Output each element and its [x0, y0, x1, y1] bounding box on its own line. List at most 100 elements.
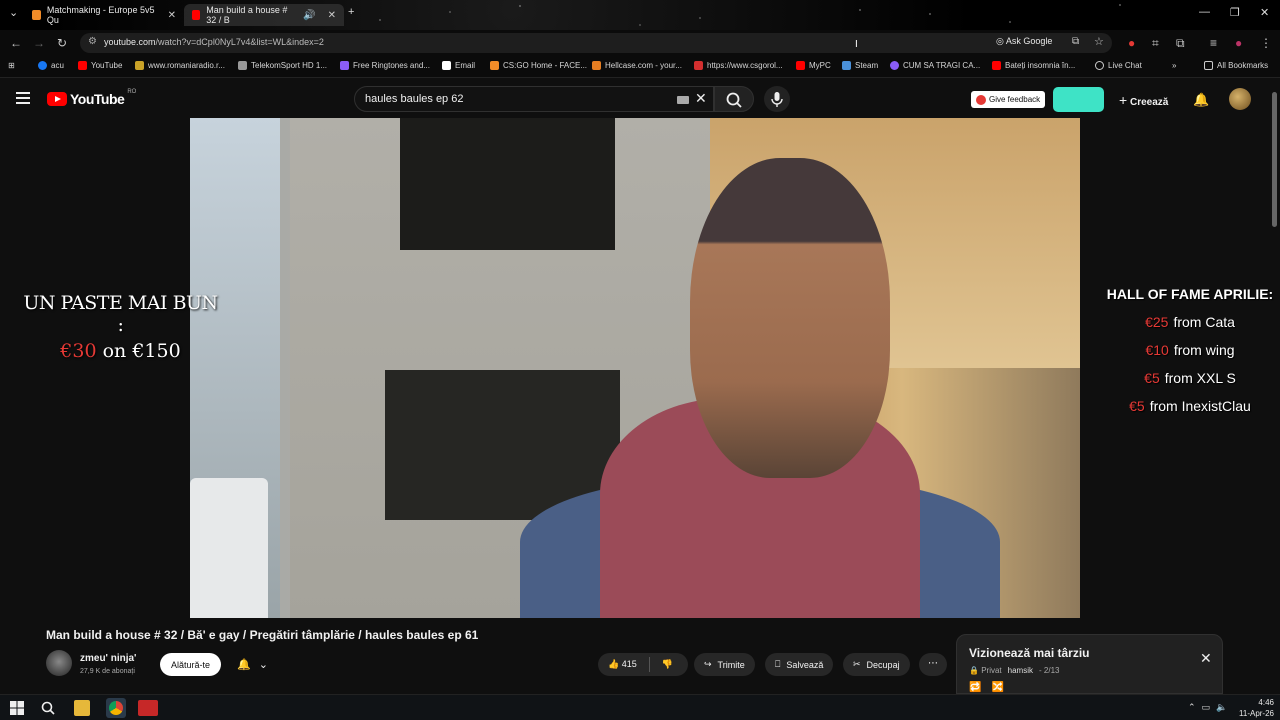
bookmark-item[interactable]: CUM SA TRAGI CA... — [890, 61, 980, 70]
bookmark-item[interactable]: Email — [442, 61, 475, 70]
chrome-taskbar-button[interactable] — [106, 698, 126, 718]
bookmark-item[interactable]: www.romaniaradio.r... — [135, 61, 225, 70]
network-icon[interactable]: ▭ — [1202, 702, 1211, 713]
google-lens-icon: ◎ — [996, 36, 1004, 46]
playlist-title[interactable]: Vizionează mai târziu — [969, 646, 1090, 660]
close-playlist-icon[interactable]: ✕ — [1200, 650, 1212, 667]
feedback-icon — [976, 94, 986, 105]
reload-icon[interactable]: ↻ — [57, 36, 67, 50]
voice-search-button[interactable] — [764, 86, 790, 112]
close-icon[interactable]: ✕ — [168, 10, 176, 21]
site-info-icon[interactable]: ⚙ — [88, 36, 97, 47]
file-explorer-icon[interactable] — [74, 700, 90, 716]
profile-icon[interactable]: ● — [1235, 36, 1242, 50]
url-text[interactable]: youtube.com/watch?v=dCpl0NyL7v4&list=WL&… — [104, 37, 324, 47]
clip-button[interactable]: ✂ Decupaj — [843, 653, 910, 676]
plus-icon: + — [1119, 92, 1128, 108]
page-scrollbar[interactable] — [1272, 92, 1277, 227]
apps-grid-icon[interactable]: ⊞ — [8, 61, 15, 70]
clear-search-icon[interactable]: ✕ — [695, 90, 707, 107]
bookmark-item[interactable]: Live Chat — [1095, 61, 1142, 70]
join-button[interactable]: Alătură-te — [160, 653, 222, 676]
ask-google-button[interactable]: ◎ Ask Google — [996, 36, 1052, 47]
menu-hamburger-icon[interactable] — [16, 92, 30, 104]
video-player-area[interactable]: UN PASTE MAI BUN : €30 on €150 HALL OF F… — [0, 118, 1280, 618]
minimize-icon[interactable]: — — [1199, 6, 1210, 18]
all-bookmarks-folder[interactable]: All Bookmarks — [1204, 61, 1268, 70]
search-icon[interactable] — [40, 700, 56, 716]
address-bar-row: ← → ↻ ⚙ youtube.com/watch?v=dCpl0NyL7v4&… — [0, 30, 1280, 56]
tab-matchmaking[interactable]: Matchmaking - Europe 5v5 Qu ✕ — [24, 4, 184, 26]
scissors-icon: ✂ — [853, 659, 861, 669]
bookmark-item[interactable]: Free Ringtones and... — [340, 61, 430, 70]
bookmark-item[interactable]: MyPC — [796, 61, 831, 70]
create-button[interactable]: + Creează — [1119, 92, 1168, 108]
tab-list-chevron-icon[interactable]: ⌄ — [9, 6, 18, 19]
menu-dots-icon[interactable]: ⋮ — [1260, 36, 1272, 50]
windows-taskbar: ⌃ ▭ 🔈 4:46 11-Apr-26 — [0, 694, 1280, 720]
channel-avatar[interactable] — [46, 650, 72, 676]
like-button[interactable]: 👍 415 — [608, 659, 637, 670]
forward-icon[interactable]: → — [33, 36, 45, 50]
save-button[interactable]: ⎕ Salvează — [765, 653, 834, 676]
chevron-up-icon[interactable]: ⌃ — [1188, 702, 1196, 713]
bookmark-icon: ⎕ — [775, 659, 781, 669]
video-scene-person-head — [690, 158, 890, 478]
youtube-logo[interactable]: YouTube RO — [47, 89, 136, 107]
bookmark-item[interactable]: https://www.csgorol... — [694, 61, 783, 70]
search-box: ✕ — [354, 86, 714, 112]
search-button[interactable] — [714, 86, 754, 112]
app-icon[interactable] — [138, 700, 158, 716]
close-window-icon[interactable]: ✕ — [1260, 6, 1269, 19]
new-tab-icon[interactable]: + — [348, 6, 354, 18]
video-frame[interactable] — [190, 118, 1080, 618]
more-actions-button[interactable]: ⋯ — [919, 653, 947, 676]
notifications-bell-icon[interactable]: 🔔 — [1193, 92, 1209, 108]
system-clock[interactable]: 4:46 11-Apr-26 — [1232, 697, 1274, 719]
channel-name[interactable]: zmeu' ninja' — [80, 653, 136, 664]
keyboard-icon[interactable] — [677, 96, 689, 104]
loop-icon[interactable]: 🔁 — [969, 682, 981, 693]
video-scene-window — [400, 118, 615, 250]
bookmark-item[interactable]: Hellcase.com - your... — [592, 61, 682, 70]
promo-overlay: UN PASTE MAI BUN : €30 on €150 — [23, 292, 218, 362]
bookmark-item[interactable]: YouTube — [78, 61, 122, 70]
tab-youtube-video[interactable]: Man build a house # 32 / B 🔊 ✕ — [184, 4, 344, 26]
youtube-play-icon — [47, 92, 67, 106]
search-input[interactable] — [365, 93, 665, 105]
like-dislike-group: 👍 415 👎 — [598, 653, 688, 676]
restore-icon[interactable]: ❐ — [1230, 6, 1240, 19]
share-button[interactable]: ↪ Trimite — [694, 653, 755, 676]
text-cursor-icon: I — [855, 39, 858, 50]
share-icon: ↪ — [704, 659, 712, 669]
thumbs-down-icon: 👎 — [661, 659, 673, 669]
bookmark-item[interactable]: Steam — [842, 61, 878, 70]
extension-icon[interactable]: ⌗ — [1152, 36, 1159, 51]
subscription-bell-button[interactable]: 🔔 ⌄ — [229, 653, 276, 676]
bookmark-star-icon[interactable]: ☆ — [1094, 35, 1104, 48]
dislike-button[interactable]: 👎 — [662, 659, 673, 670]
omnibox[interactable]: ⚙ youtube.com/watch?v=dCpl0NyL7v4&list=W… — [80, 33, 1112, 53]
reading-list-icon[interactable]: ≡ — [1210, 36, 1217, 50]
windows-start-icon[interactable] — [9, 700, 25, 716]
bookmark-item[interactable]: Bateți insomnia în... — [992, 61, 1075, 70]
install-app-icon[interactable]: ⧉ — [1072, 36, 1079, 47]
more-bookmarks-icon[interactable]: » — [1172, 61, 1176, 70]
extensions-puzzle-icon[interactable]: ⧉ — [1176, 36, 1185, 51]
bookmark-item[interactable]: CS:GO Home - FACE... — [490, 61, 587, 70]
avatar[interactable] — [1229, 88, 1251, 110]
hof-row: €5 from InexistClau — [1129, 398, 1251, 414]
hall-of-fame-overlay: HALL OF FAME APRILIE: €25 from Cata €10 fr… — [1100, 286, 1280, 414]
back-icon[interactable]: ← — [10, 36, 22, 50]
bookmark-item[interactable]: acu — [38, 61, 64, 70]
bookmark-item[interactable]: TelekomSport HD 1... — [238, 61, 327, 70]
volume-icon[interactable]: 🔈 — [1216, 702, 1227, 713]
video-scene-van — [190, 478, 268, 618]
give-feedback-button[interactable]: Give feedback — [971, 91, 1046, 108]
close-icon[interactable]: ✕ — [328, 10, 336, 21]
youtube-header: YouTube RO ✕ Give feedback + Creează 🔔 — [0, 80, 1280, 118]
speaker-icon[interactable]: 🔊 — [303, 10, 315, 21]
extension-icon[interactable]: ● — [1128, 36, 1135, 50]
extension-toggle-button[interactable] — [1053, 87, 1104, 112]
shuffle-icon[interactable]: 🔀 — [991, 682, 1003, 693]
